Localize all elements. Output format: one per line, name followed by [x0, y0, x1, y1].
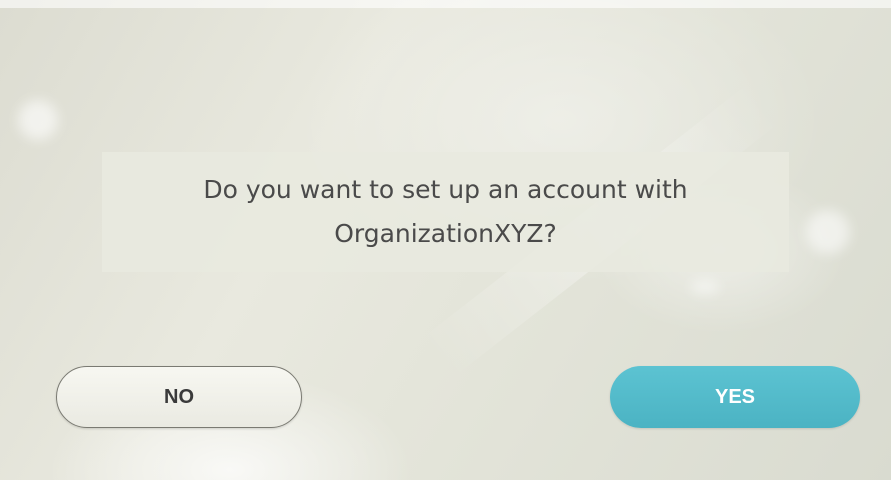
- dialog-message-line-2: OrganizationXYZ?: [334, 219, 557, 248]
- background-light-blur-small: [690, 280, 720, 294]
- yes-button[interactable]: YES: [610, 366, 860, 428]
- no-button[interactable]: NO: [56, 366, 302, 428]
- background-light-blur-right: [806, 210, 850, 254]
- top-light-strip: [0, 0, 891, 8]
- background-screen: Do you want to set up an account with Or…: [0, 0, 891, 480]
- dialog-message-panel: Do you want to set up an account with Or…: [102, 152, 789, 272]
- background-light-blur-left: [18, 100, 58, 140]
- dialog-message-line-1: Do you want to set up an account with: [203, 175, 688, 204]
